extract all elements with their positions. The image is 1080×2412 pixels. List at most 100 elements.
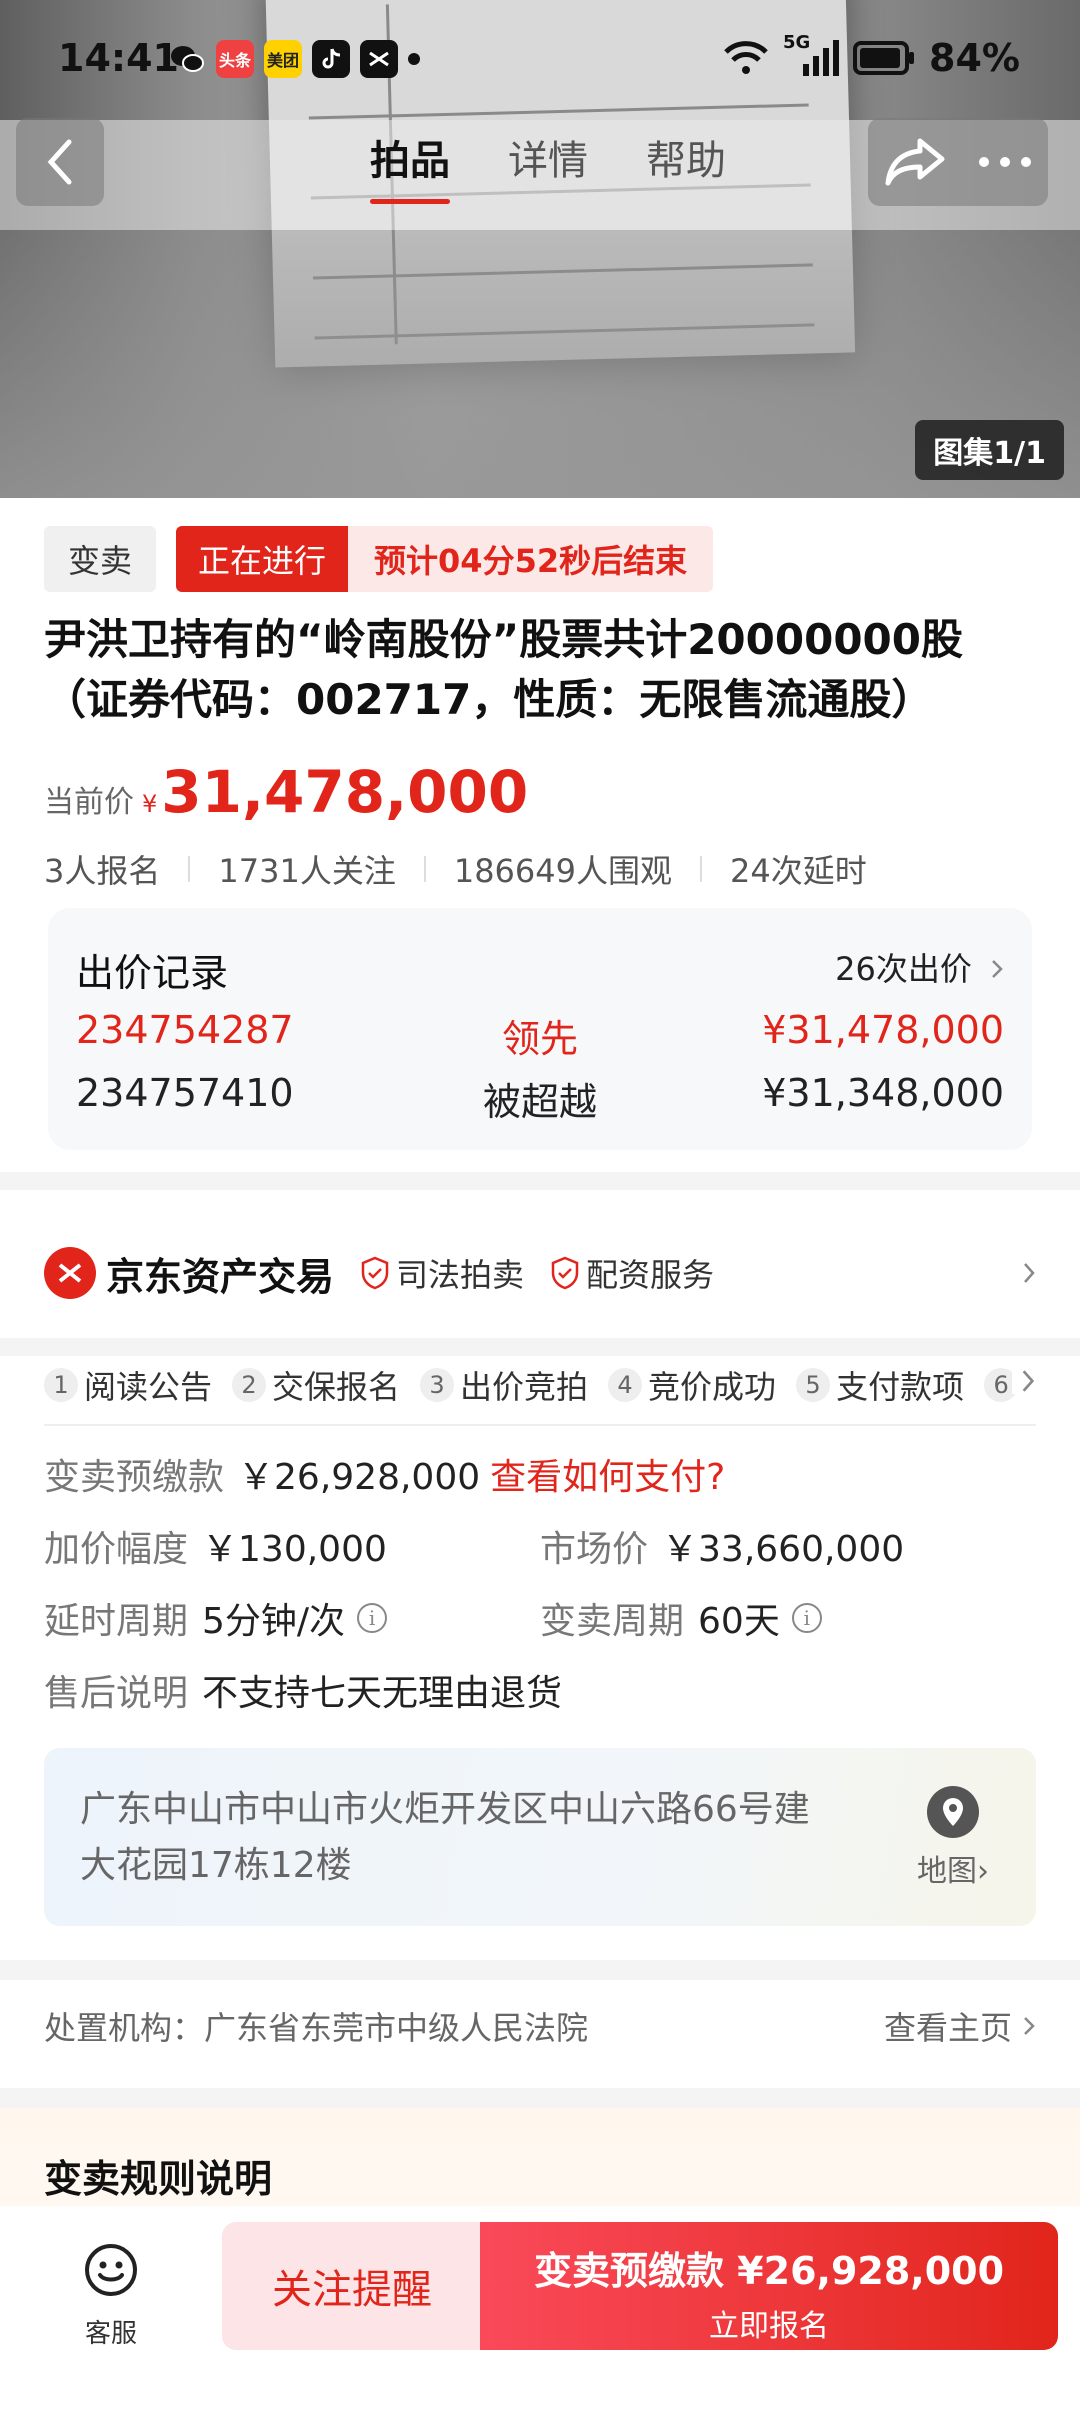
increment-row: 加价幅度 ￥130,000 [44,1520,387,1572]
deposit-row: 变卖预缴款 ￥26,928,000 查看如何支付? [44,1448,725,1500]
status-system-icons: 5G 84% [723,32,1020,80]
bid-row: 234754287 领先 ¥31,478,000 [76,1008,1004,1061]
aftersale-row: 售后说明 不支持七天无理由退货 [44,1664,562,1716]
step-label: 阅读公告 [84,1368,213,1406]
platform-tag-financing: 配资服务 [550,1250,714,1296]
period-label: 变卖周期 [540,1601,685,1642]
stat-registrations: 3人报名 [44,852,161,890]
map-button[interactable]: 地图› [898,1786,1008,1890]
stat-extensions: 24次延时 [730,852,867,890]
increment-label: 加价幅度 [44,1529,189,1570]
toutiao-icon: 头条 [216,40,254,78]
platform-row[interactable]: 京东资产交易 司法拍卖 配资服务 [44,1228,1036,1318]
period-value: 60天 [698,1601,780,1642]
signup-button[interactable]: 变卖预缴款 ¥26,928,000 立即报名 [480,2222,1058,2350]
step-number: 4 [608,1368,643,1402]
status-badge: 正在进行 [176,526,349,592]
wechat-icon [168,40,206,78]
rules-title: 变卖规则说明 [44,2157,273,2201]
chevron-right-icon: › [977,1854,989,1889]
step-item: 1 阅读公告 [44,1362,212,1408]
section-divider [0,1172,1080,1190]
jd-logo-icon [44,1247,96,1299]
step-item: 5 支付款项 [796,1362,964,1408]
current-price: 当前价 ¥ 31,478,000 [44,758,528,826]
back-button[interactable] [16,118,104,206]
tag-label: 配资服务 [586,1256,715,1294]
status-bar: 14:41 头条 美团 5G 84% [0,0,1080,120]
delay-label: 延时周期 [44,1601,189,1642]
chevron-right-icon [992,960,1003,978]
delay-value: 5分钟/次 [202,1601,346,1642]
service-label: 客服 [84,2319,137,2349]
bid-history-card[interactable]: 出价记录 26次出价 234754287 领先 ¥31,478,000 2347… [48,908,1032,1150]
step-number: 2 [232,1368,267,1402]
stat-viewers: 186649人围观 [453,852,672,890]
meituan-icon: 美团 [264,40,302,78]
signup-label: 立即报名 [709,2309,829,2344]
wifi-icon [724,41,768,74]
stat-followers: 1731人关注 [218,852,396,890]
platform-name: 京东资产交易 [106,1254,335,1299]
market-price-value: ￥33,660,000 [662,1529,905,1570]
divider [700,856,702,882]
nav-actions [868,118,1048,206]
status-badges: 变卖 正在进行 预计04分52秒后结束 [44,526,714,592]
countdown-badge: 预计04分52秒后结束 [348,526,714,592]
address-card[interactable]: 广东中山市中山市火炬开发区中山六路66号建大花园17栋12楼 地图› [44,1748,1036,1926]
bid-count-link[interactable]: 26次出价 [835,944,1004,990]
step-label: 竞价成功 [648,1368,777,1406]
market-price-row: 市场价 ￥33,660,000 [540,1520,904,1572]
bottom-action-bar: 客服 关注提醒 变卖预缴款 ¥26,928,000 立即报名 [0,2206,1080,2412]
shield-check-icon [361,1256,389,1290]
share-icon[interactable] [884,137,946,187]
platform-tag-judicial: 司法拍卖 [360,1250,524,1296]
smiley-icon [85,2244,137,2296]
chevron-left-icon [47,139,72,185]
address-text: 广东中山市中山市火炬开发区中山六路66号建大花园17栋12楼 [80,1789,810,1886]
deposit-value: ￥26,928,000 [238,1457,481,1498]
divider [423,856,426,882]
network-type: 5G [783,32,811,53]
tiktok-icon [312,40,350,78]
market-price-label: 市场价 [540,1529,649,1570]
battery-percent: 84% [929,36,1020,80]
delay-row: 延时周期 5分钟/次 i [44,1592,388,1644]
court-name: 处置机构：广东省东莞市中级人民法院 [44,2009,589,2047]
battery-icon [853,41,915,75]
bid-count: 26次出价 [835,950,972,988]
step-item: 2 交保报名 [232,1362,400,1408]
price-currency: ¥ [142,790,158,818]
capcut-icon [360,40,398,78]
customer-service-button[interactable]: 客服 [74,2242,148,2350]
section-divider [0,2088,1080,2108]
court-home-link[interactable]: 查看主页 [884,2003,1036,2049]
aftersale-label: 售后说明 [44,1673,189,1714]
how-to-pay-link[interactable]: 查看如何支付? [490,1448,725,1500]
tab-details[interactable]: 详情 [508,128,588,186]
step-label: 交保报名 [272,1368,401,1406]
notification-dot-icon [408,53,420,65]
location-pin-icon [927,1786,979,1838]
bid-row: 234757410 被超越 ¥31,348,000 [76,1071,1004,1124]
chevron-right-icon [1024,1263,1035,1283]
home-link-label: 查看主页 [883,2009,1012,2047]
bid-amount: ¥31,348,000 [762,1071,1004,1115]
follow-reminder-button[interactable]: 关注提醒 [222,2222,482,2350]
bid-amount: ¥31,478,000 [762,1008,1004,1052]
status-app-icons: 头条 美团 [168,40,420,78]
info-icon[interactable]: i [791,1603,822,1633]
gallery-counter[interactable]: 图集1/1 [915,420,1064,480]
auction-steps[interactable]: 1 阅读公告 2 交保报名 3 出价竞拍 4 竞价成功 5 支付款项 6 [44,1346,1036,1426]
step-label: 支付款项 [836,1368,965,1406]
signup-deposit: 变卖预缴款 ¥26,928,000 [533,2249,1005,2293]
more-icon[interactable] [977,155,1033,169]
court-row: 处置机构：广东省东莞市中级人民法院 查看主页 [44,1996,1036,2056]
tab-lot[interactable]: 拍品 [370,128,450,204]
lot-stats: 3人报名 1731人关注 186649人围观 24次延时 [44,846,867,892]
info-icon[interactable]: i [357,1603,388,1633]
tab-help[interactable]: 帮助 [646,128,726,186]
bid-history-title: 出价记录 [76,951,229,995]
status-time: 14:41 [58,36,179,80]
page-tabs: 拍品 详情 帮助 [370,128,726,204]
